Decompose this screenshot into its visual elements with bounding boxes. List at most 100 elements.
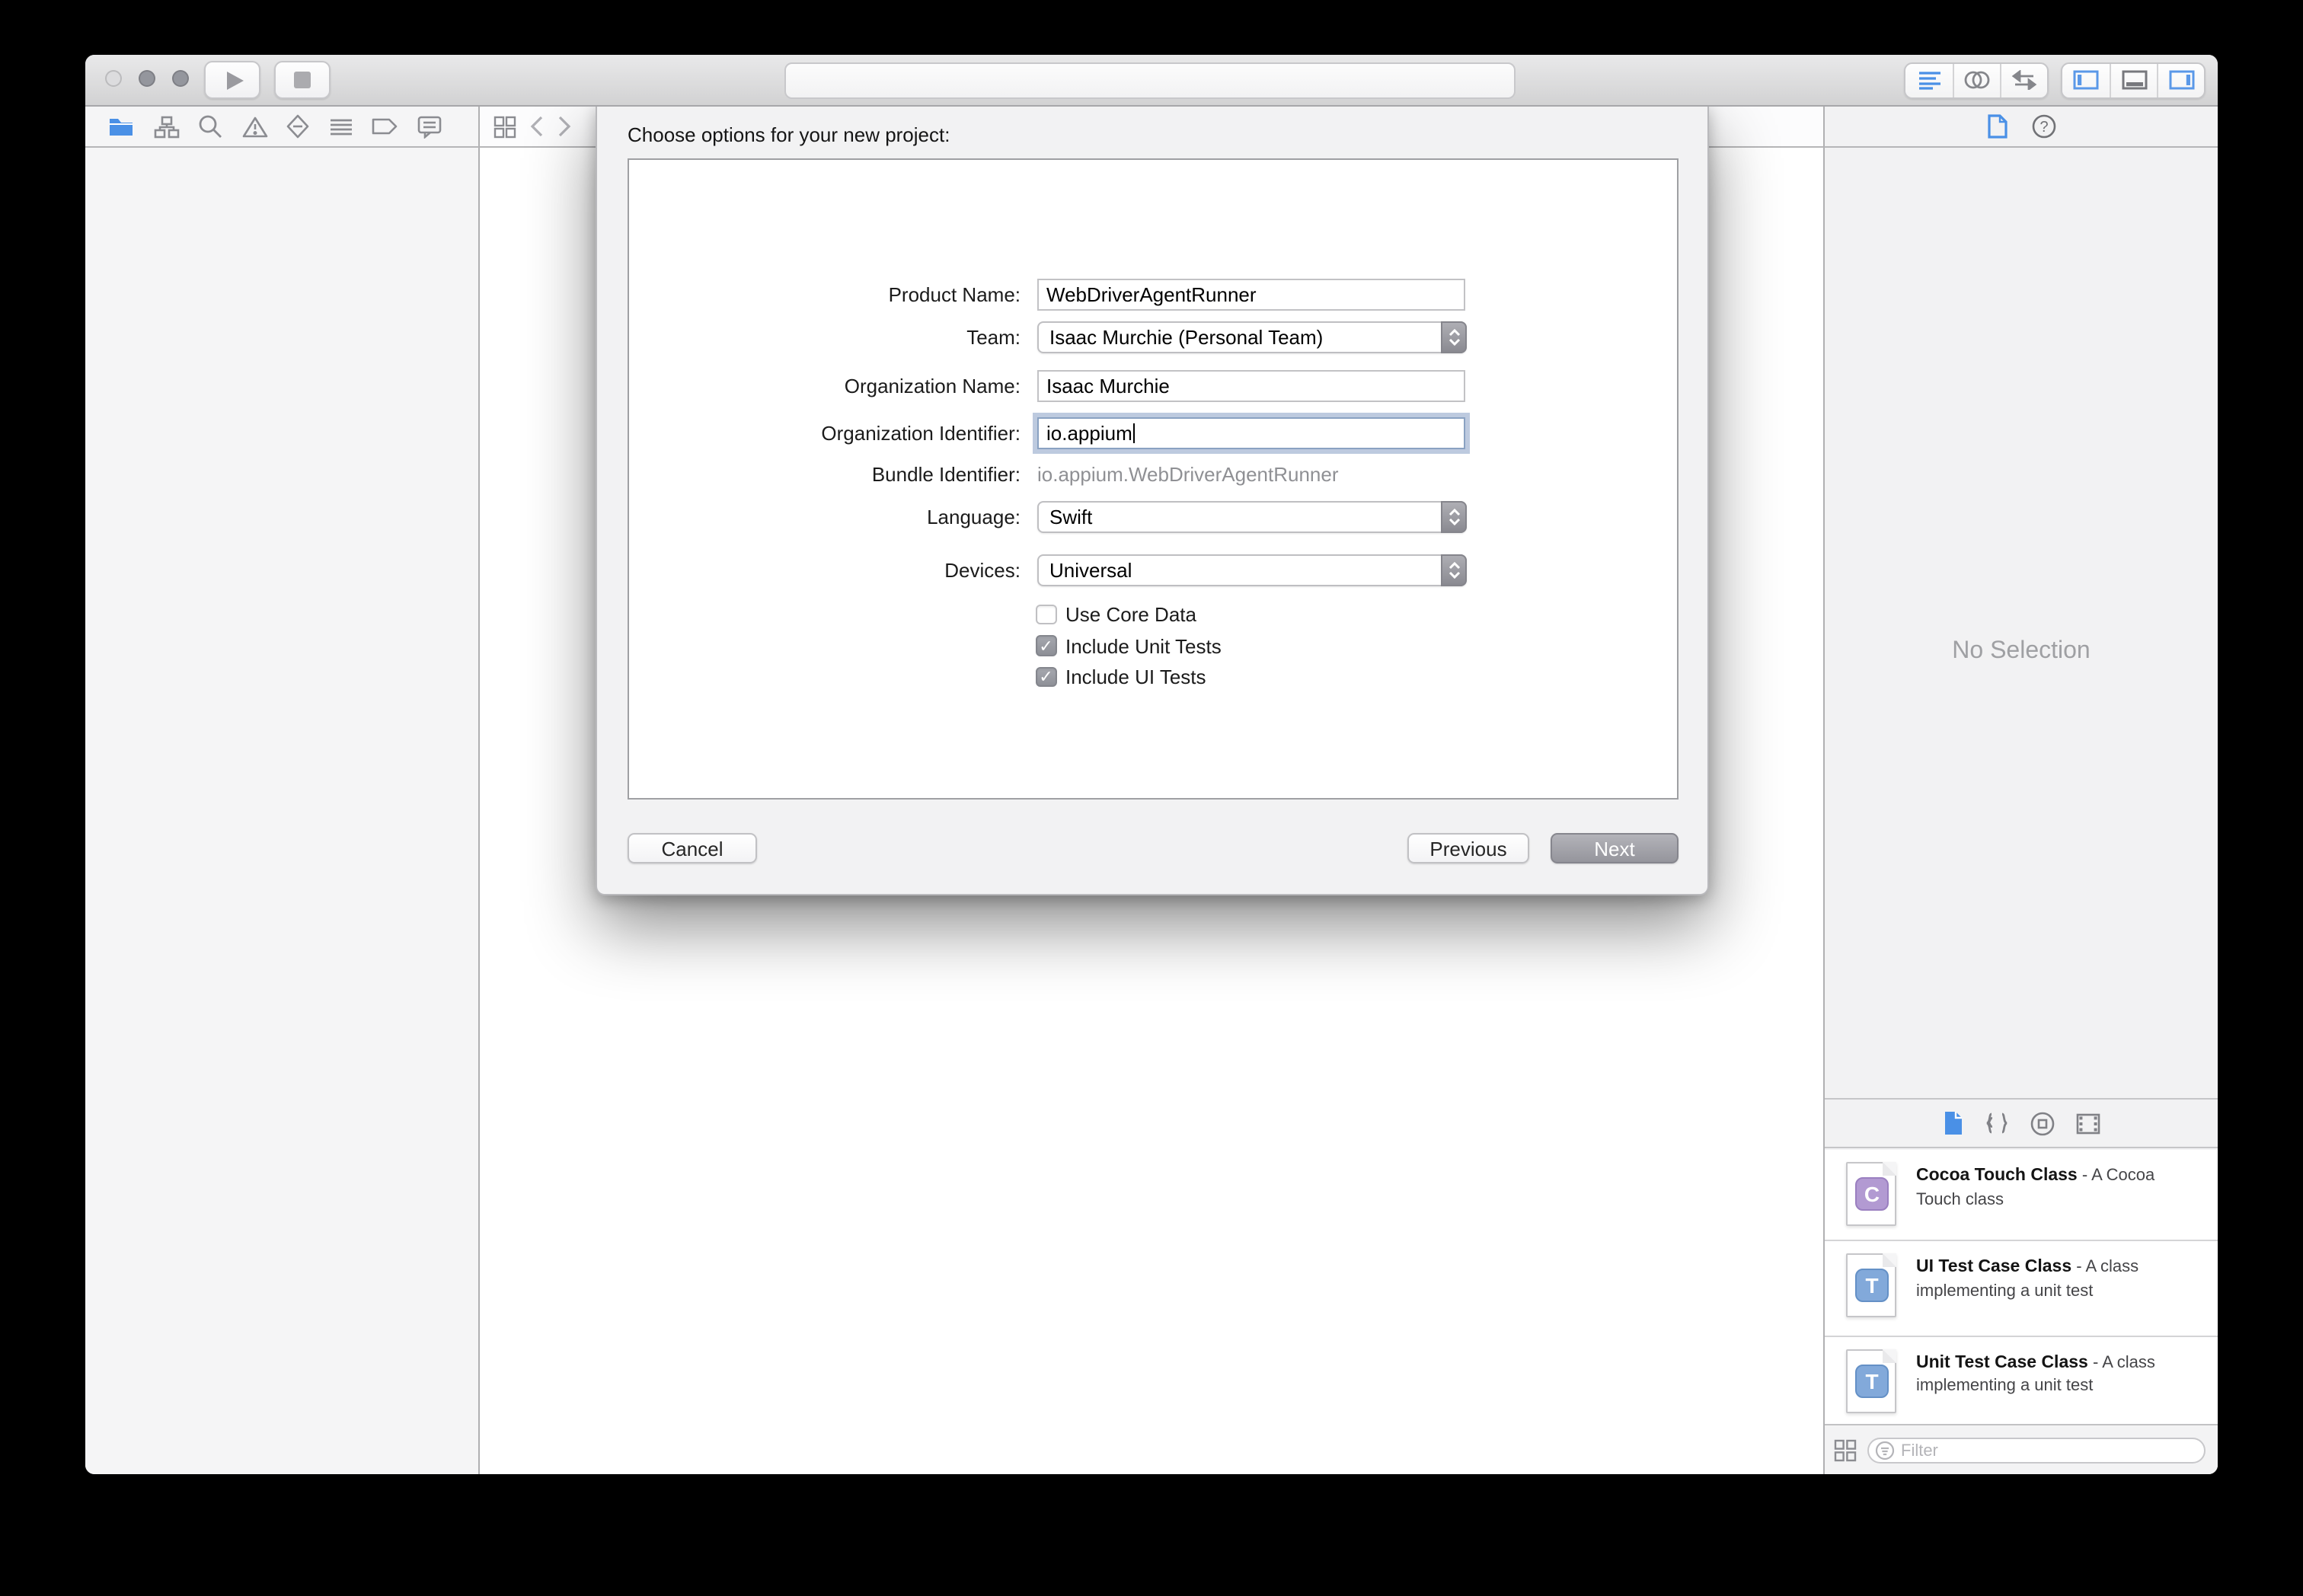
file-templates-icon[interactable] — [1943, 1110, 1963, 1136]
product-name-input[interactable]: WebDriverAgentRunner — [1037, 278, 1465, 310]
navigator-panel-icon — [2073, 70, 2099, 90]
grid-view-icon[interactable] — [1834, 1438, 1857, 1461]
list-item-ui-test-case-class[interactable]: T UI Test Case Class - A class implement… — [1825, 1240, 2218, 1335]
search-navigator-icon[interactable] — [198, 114, 222, 139]
team-value: Isaac Murchie (Personal Team) — [1049, 326, 1324, 349]
class-badge: C — [1855, 1177, 1889, 1211]
test-navigator-icon[interactable] — [286, 114, 309, 139]
page-fold — [1883, 1253, 1896, 1267]
new-project-options-sheet: Choose options for your new project: Pro… — [596, 105, 1709, 895]
language-value: Swift — [1049, 505, 1093, 528]
back-icon[interactable] — [530, 116, 544, 137]
cancel-button[interactable]: Cancel — [628, 833, 757, 863]
bundle-identifier-row: Bundle Identifier: io.appium.WebDriverAg… — [597, 463, 1707, 495]
separator-dash: - — [2087, 1353, 2103, 1371]
template-name: Cocoa Touch Class — [1916, 1167, 2078, 1185]
view-toggle-segmented-control — [2061, 62, 2206, 98]
use-core-data-label: Use Core Data — [1065, 603, 1196, 626]
stop-icon — [294, 72, 311, 88]
inspector-selector-bar: ? — [1823, 107, 2218, 148]
organization-name-input[interactable]: Isaac Murchie — [1037, 370, 1465, 402]
xcode-window: ? No Selection C Cocoa Touch Class - A C… — [85, 55, 2218, 1474]
include-unit-tests-label: Include Unit Tests — [1065, 634, 1222, 657]
media-library-icon[interactable] — [2075, 1112, 2100, 1134]
include-unit-tests-checkbox[interactable]: ✓ — [1036, 635, 1056, 656]
separator-dash: - — [2071, 1258, 2086, 1276]
devices-row: Devices: Universal — [597, 554, 1707, 586]
template-list: C Cocoa Touch Class - A Cocoa Touch clas… — [1825, 1150, 2218, 1424]
debug-area-icon — [2121, 70, 2147, 90]
organization-identifier-value: io.appium — [1046, 421, 1132, 444]
project-navigator-icon[interactable] — [108, 116, 134, 137]
standard-editor-icon — [1918, 72, 1940, 90]
organization-name-row: Organization Name: Isaac Murchie — [597, 370, 1707, 402]
stop-button[interactable] — [274, 61, 331, 99]
organization-identifier-input[interactable]: io.appium — [1037, 417, 1465, 448]
breakpoint-navigator-icon[interactable] — [372, 117, 398, 136]
include-ui-tests-checkbox[interactable]: ✓ — [1036, 666, 1056, 688]
issue-navigator-icon[interactable] — [241, 115, 267, 138]
screenshot-canvas: ? No Selection C Cocoa Touch Class - A C… — [0, 0, 2303, 1596]
window-toolbar — [85, 55, 2218, 107]
filter-input[interactable]: Filter — [1867, 1438, 2206, 1464]
related-items-icon[interactable] — [494, 115, 516, 138]
assistant-editor-button[interactable] — [1953, 63, 2000, 97]
include-ui-tests-checkbox-row: ✓ Include UI Tests — [1036, 666, 1206, 688]
product-name-label: Product Name: — [888, 282, 1021, 305]
symbol-navigator-icon[interactable] — [153, 115, 179, 138]
object-library-icon[interactable] — [2030, 1111, 2054, 1135]
assistant-editor-icon — [1964, 71, 1990, 89]
toggle-debug-area-button[interactable] — [2110, 63, 2157, 97]
popup-stepper-icon — [1441, 500, 1467, 532]
navigator-selector-bar — [85, 107, 480, 148]
template-name: UI Test Case Class — [1916, 1258, 2072, 1276]
language-popup[interactable]: Swift — [1037, 500, 1467, 532]
toggle-navigator-button[interactable] — [2062, 63, 2110, 97]
run-button[interactable] — [204, 61, 260, 99]
svg-text:?: ? — [2039, 119, 2047, 136]
include-ui-tests-label: Include UI Tests — [1065, 666, 1206, 688]
minimize-window-button[interactable] — [139, 69, 155, 86]
team-row: Team: Isaac Murchie (Personal Team) — [597, 321, 1707, 353]
product-name-row: Product Name: WebDriverAgentRunner — [597, 278, 1707, 310]
list-item-unit-test-case-class[interactable]: T Unit Test Case Class - A class impleme… — [1825, 1335, 2218, 1430]
organization-name-label: Organization Name: — [844, 375, 1021, 397]
sheet-title: Choose options for your new project: — [628, 123, 950, 146]
bundle-identifier-label: Bundle Identifier: — [871, 463, 1021, 486]
activity-viewer — [784, 62, 1516, 98]
traffic-lights — [105, 69, 189, 86]
use-core-data-checkbox[interactable]: ✓ — [1036, 604, 1056, 625]
class-badge: T — [1855, 1364, 1889, 1397]
use-core-data-checkbox-row: ✓ Use Core Data — [1036, 603, 1196, 626]
file-inspector-icon[interactable] — [1987, 114, 2007, 139]
next-button[interactable]: Next — [1551, 833, 1679, 863]
page-fold — [1883, 1349, 1896, 1362]
popup-stepper-icon — [1441, 554, 1467, 586]
devices-popup[interactable]: Universal — [1037, 554, 1467, 586]
page-fold — [1883, 1162, 1896, 1176]
toggle-utilities-button[interactable] — [2157, 63, 2204, 97]
navigator-pane — [85, 148, 480, 1474]
version-editor-button[interactable] — [2000, 63, 2047, 97]
report-navigator-icon[interactable] — [417, 115, 441, 138]
standard-editor-button[interactable] — [1905, 63, 1953, 97]
library-tab-bar — [1825, 1098, 2218, 1148]
close-window-button[interactable] — [105, 69, 122, 86]
zoom-window-button[interactable] — [172, 69, 189, 86]
play-icon — [226, 71, 243, 89]
organization-identifier-row: Organization Identifier: io.appium — [597, 417, 1707, 448]
forward-icon[interactable] — [557, 116, 571, 137]
previous-button[interactable]: Previous — [1407, 833, 1529, 863]
code-snippets-icon[interactable] — [1984, 1112, 2008, 1135]
utilities-panel-icon — [2168, 70, 2194, 90]
template-description: Unit Test Case Class - A class implement… — [1916, 1350, 2167, 1430]
team-popup[interactable]: Isaac Murchie (Personal Team) — [1037, 321, 1467, 353]
template-file-icon: C — [1846, 1162, 1896, 1226]
editor-mode-segmented-control — [1904, 62, 2049, 98]
library-filter-bar: Filter — [1825, 1424, 2218, 1474]
template-description: UI Test Case Class - A class implementin… — [1916, 1255, 2167, 1335]
quick-help-icon[interactable]: ? — [2031, 114, 2055, 139]
list-item-cocoa-touch-class[interactable]: C Cocoa Touch Class - A Cocoa Touch clas… — [1825, 1150, 2218, 1240]
debug-navigator-icon[interactable] — [328, 117, 353, 136]
template-description: Cocoa Touch Class - A Cocoa Touch class — [1916, 1163, 2167, 1240]
